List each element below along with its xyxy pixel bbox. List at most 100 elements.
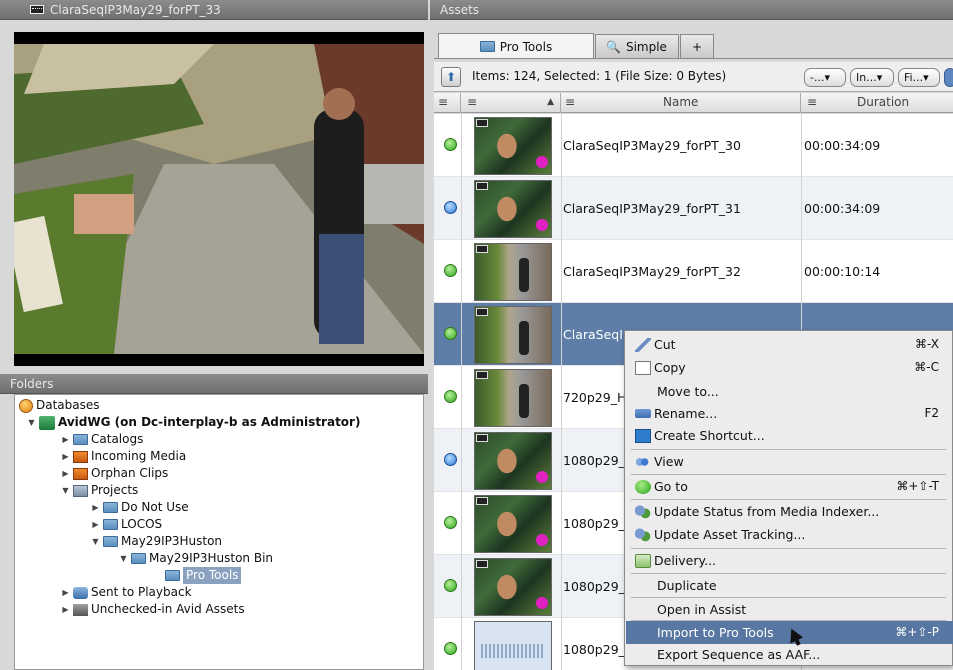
filter-value: -... bbox=[810, 71, 825, 84]
asset-name: ClaraSeqIP3May29_forPT_30 bbox=[563, 138, 741, 153]
filter-value: Fi... bbox=[904, 71, 924, 84]
tree-item-incoming-media[interactable]: ▶ Incoming Media bbox=[61, 448, 186, 465]
menu-item-rename[interactable]: Rename... F2 bbox=[626, 402, 953, 425]
menu-item-label: Update Asset Tracking... bbox=[654, 527, 806, 542]
street-scene-image bbox=[14, 44, 424, 354]
clip-thumbnail bbox=[474, 369, 552, 427]
tree-item-label: Pro Tools bbox=[183, 567, 242, 584]
cut-icon bbox=[635, 337, 651, 352]
menu-item-update-asset-tracking[interactable]: Update Asset Tracking... bbox=[626, 523, 953, 546]
tree-item-locos[interactable]: ▶ LOCOS bbox=[91, 516, 162, 533]
column-label: Duration bbox=[857, 95, 910, 109]
tree-item-databases[interactable]: Databases bbox=[19, 397, 100, 414]
status-online-icon bbox=[444, 642, 457, 655]
menu-item-duplicate[interactable]: Duplicate bbox=[626, 574, 953, 597]
menu-item-view[interactable]: View bbox=[626, 450, 953, 473]
tree-item-label: May29IP3Huston Bin bbox=[149, 551, 274, 565]
tree-item-pro-tools[interactable]: Pro Tools bbox=[165, 567, 242, 584]
tree-item-sent-to-playback[interactable]: ▶ Sent to Playback bbox=[61, 584, 191, 601]
tree-item-label: Do Not Use bbox=[121, 500, 189, 514]
asset-name: ClaraSeqIP bbox=[563, 327, 631, 342]
tab-label: Pro Tools bbox=[499, 39, 553, 54]
tab-divider bbox=[434, 58, 953, 59]
menu-item-update-status[interactable]: Update Status from Media Indexer... bbox=[626, 500, 953, 523]
menu-item-copy[interactable]: Copy ⌘-C bbox=[626, 356, 953, 379]
expand-triangle-icon[interactable]: ▶ bbox=[61, 605, 70, 614]
thumb-column-header[interactable]: ≡ ▲ bbox=[461, 93, 561, 113]
clip-thumbnail bbox=[474, 306, 552, 364]
status-online-icon bbox=[444, 138, 457, 151]
filter-dropdown-3[interactable]: Fi...▾ bbox=[898, 68, 940, 87]
tree-item-label: Catalogs bbox=[91, 432, 144, 446]
expand-triangle-icon[interactable]: ▼ bbox=[91, 537, 100, 546]
tree-item-label: May29IP3Huston bbox=[121, 534, 223, 548]
menu-item-label: Go to bbox=[654, 479, 688, 494]
video-frame[interactable] bbox=[14, 32, 424, 366]
menu-item-label: Import to Pro Tools bbox=[657, 625, 774, 640]
tree-item-catalogs[interactable]: ▶ Catalogs bbox=[61, 431, 143, 448]
expand-triangle-icon[interactable]: ▶ bbox=[91, 503, 100, 512]
clip-thumbnail bbox=[474, 117, 552, 175]
menu-item-delivery[interactable]: Delivery... bbox=[626, 549, 953, 572]
copy-icon bbox=[635, 360, 651, 375]
filter-dropdown-1[interactable]: -...▾ bbox=[804, 68, 846, 87]
duration-column-header[interactable]: ≡ Duration bbox=[801, 93, 953, 113]
database-icon bbox=[19, 398, 33, 413]
tree-item-label: LOCOS bbox=[121, 517, 163, 531]
asset-name: 1080p29_ bbox=[563, 516, 625, 531]
asset-name: ClaraSeqIP3May29_forPT_31 bbox=[563, 201, 741, 216]
menu-shortcut: F2 bbox=[924, 406, 939, 420]
tab-add[interactable]: + bbox=[680, 34, 714, 58]
tree-item-may29ip3huston[interactable]: ▼ May29IP3Huston bbox=[91, 533, 222, 550]
expand-triangle-icon[interactable]: ▼ bbox=[119, 554, 128, 563]
puzzle-icon bbox=[635, 504, 651, 519]
tab-simple[interactable]: 🔍 Simple bbox=[595, 34, 679, 58]
tree-item-may29ip3huston-bin[interactable]: ▼ May29IP3Huston Bin bbox=[119, 550, 273, 567]
menu-item-go-to[interactable]: Go to ⌘+⇧-T bbox=[626, 475, 953, 498]
folder-tree: Databases ▼ AvidWG (on Dc-interplay-b as… bbox=[14, 394, 424, 670]
folder-icon bbox=[131, 553, 146, 564]
menu-item-move-to[interactable]: Move to... bbox=[626, 380, 953, 403]
tree-item-projects[interactable]: ▼ Projects bbox=[61, 482, 138, 499]
expand-triangle-icon[interactable]: ▼ bbox=[27, 418, 36, 427]
table-row[interactable]: ClaraSeqIP3May29_forPT_31 00:00:34:09 bbox=[434, 177, 953, 240]
tree-item-orphan-clips[interactable]: ▶ Orphan Clips bbox=[61, 465, 168, 482]
menu-shortcut: ⌘+⇧-T bbox=[896, 479, 939, 493]
expand-triangle-icon[interactable]: ▶ bbox=[61, 588, 70, 597]
column-label: Name bbox=[663, 95, 699, 109]
expand-triangle-icon[interactable]: ▼ bbox=[61, 486, 70, 495]
status-column-header[interactable]: ≡ bbox=[434, 93, 461, 113]
projects-icon bbox=[73, 484, 88, 497]
folder-icon bbox=[103, 536, 118, 547]
menu-item-create-shortcut[interactable]: Create Shortcut... bbox=[626, 424, 953, 447]
clip-thumbnail bbox=[474, 180, 552, 238]
view-toggle-button[interactable] bbox=[944, 68, 953, 87]
status-online-icon bbox=[444, 579, 457, 592]
menu-item-open-in-assist[interactable]: Open in Assist bbox=[626, 598, 953, 621]
expand-triangle-icon[interactable]: ▶ bbox=[61, 452, 70, 461]
name-column-header[interactable]: ≡ Name bbox=[561, 93, 801, 113]
tree-item-label: Unchecked-in Avid Assets bbox=[91, 602, 245, 616]
table-row[interactable]: ClaraSeqIP3May29_forPT_32 00:00:10:14 bbox=[434, 240, 953, 303]
status-online-icon bbox=[444, 264, 457, 277]
tree-item-do-not-use[interactable]: ▶ Do Not Use bbox=[91, 499, 189, 516]
menu-item-export-sequence-aaf[interactable]: Export Sequence as AAF... bbox=[626, 643, 953, 666]
tree-item-unchecked-in[interactable]: ▶ Unchecked-in Avid Assets bbox=[61, 601, 245, 618]
clip-thumbnail bbox=[474, 432, 552, 490]
menu-item-cut[interactable]: Cut ⌘-X bbox=[626, 333, 953, 356]
expand-triangle-icon[interactable]: ▶ bbox=[61, 469, 70, 478]
filter-dropdown-2[interactable]: In...▾ bbox=[850, 68, 894, 87]
workgroup-icon bbox=[39, 415, 55, 430]
status-online-icon bbox=[444, 390, 457, 403]
expand-triangle-icon[interactable]: ▶ bbox=[61, 435, 70, 444]
audio-thumbnail bbox=[474, 621, 552, 670]
tab-pro-tools[interactable]: Pro Tools bbox=[438, 33, 594, 59]
tree-item-avidwg[interactable]: ▼ AvidWG (on Dc-interplay-b as Administr… bbox=[27, 414, 360, 431]
table-row[interactable]: ClaraSeqIP3May29_forPT_30 00:00:34:09 bbox=[434, 114, 953, 177]
assets-title: Assets bbox=[430, 0, 953, 20]
unchecked-icon bbox=[73, 603, 88, 616]
up-arrow-button[interactable]: ⬆ bbox=[441, 67, 461, 87]
expand-triangle-icon[interactable]: ▶ bbox=[91, 520, 100, 529]
video-image bbox=[14, 44, 424, 354]
status-blue-icon bbox=[444, 453, 457, 466]
